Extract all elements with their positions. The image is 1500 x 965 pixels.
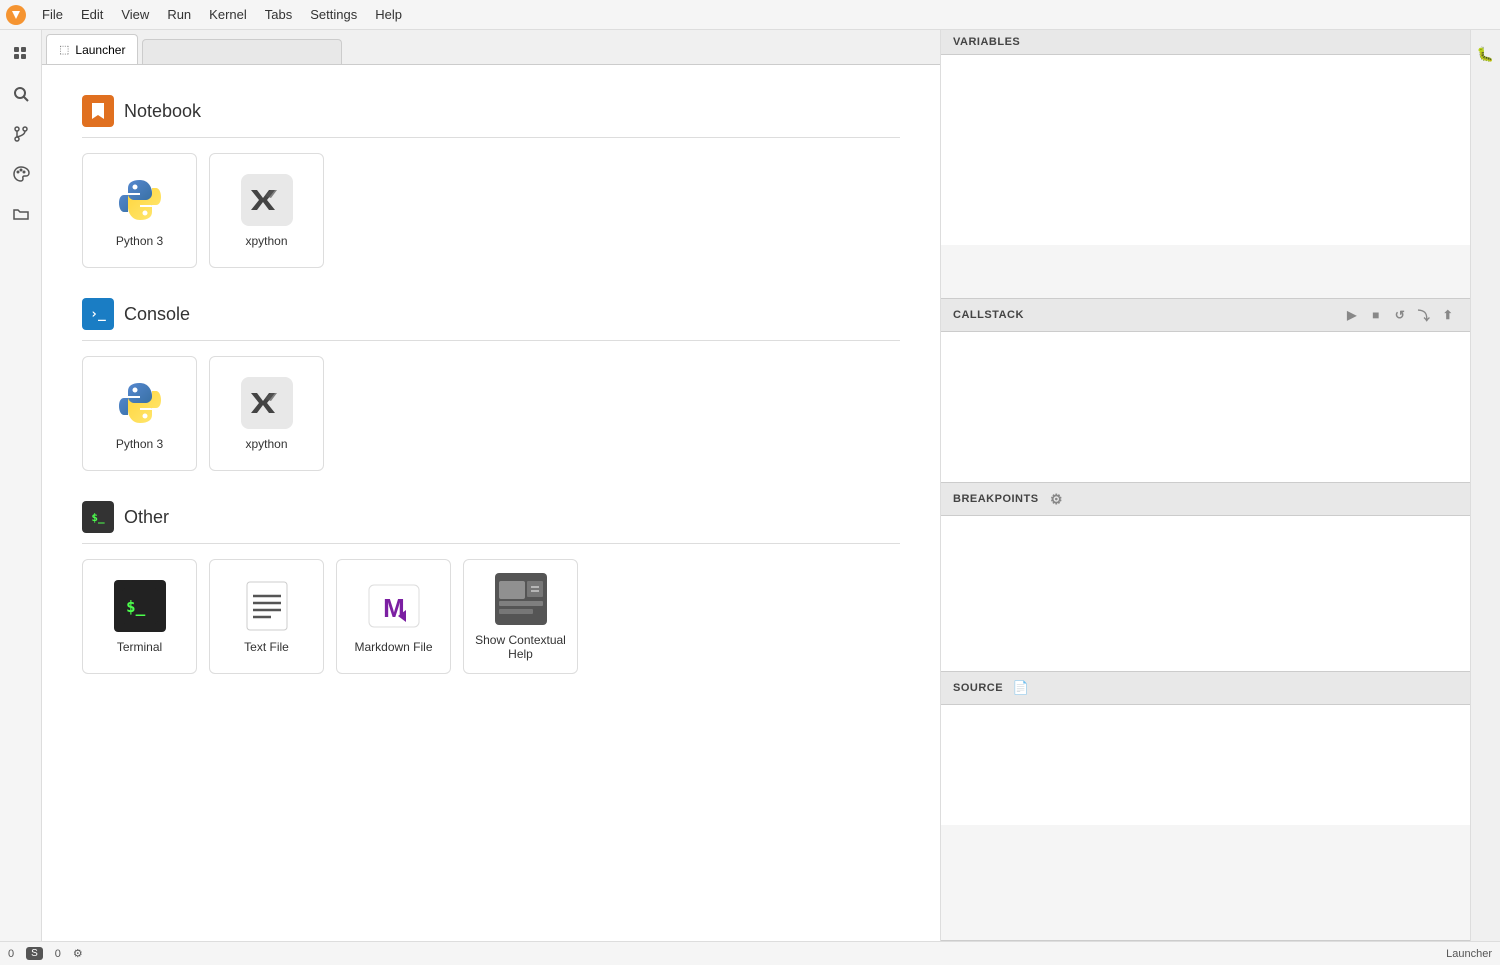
breakpoints-settings-btn[interactable]: ⚙ [1047,489,1067,509]
console-section-icon: ›_ [82,298,114,330]
status-error-count: 0 [8,948,14,960]
notebook-cards: Python 3 xpython [82,153,900,268]
terminal-icon: $_ [114,580,166,632]
left-sidebar [0,30,42,941]
textfile-card[interactable]: Text File [209,559,324,674]
variables-title: VARIABLES [953,36,1020,48]
source-content [941,705,1470,825]
app-logo [4,3,28,27]
console-xpython-card[interactable]: xpython [209,356,324,471]
tab-launcher-icon: ⬚ [59,43,69,56]
variables-content [941,55,1470,245]
status-bar: 0 S 0 ⚙ Launcher [0,941,1500,965]
right-panel: VARIABLES CALLSTACK ▶ ■ ↺ ⤵ ⬆ [940,30,1470,941]
contextual-help-icon [495,573,547,625]
source-settings-btn[interactable]: 📄 [1011,678,1031,698]
console-python3-card[interactable]: Python 3 [82,356,197,471]
other-section-icon: $_ [82,501,114,533]
status-warning-count: 0 [55,948,61,960]
markdown-card[interactable]: M Markdown File [336,559,451,674]
callstack-step-over-btn[interactable]: ⤵ [1414,305,1434,325]
callstack-content [941,332,1470,482]
notebook-xpython-card[interactable]: xpython [209,153,324,268]
tab-inactive[interactable] [142,39,342,64]
console-section-title: Console [124,304,190,325]
sidebar-icon-folder[interactable] [5,198,37,230]
callstack-stop-btn[interactable]: ■ [1366,305,1386,325]
notebook-section-icon [82,95,114,127]
source-title: SOURCE [953,682,1003,694]
tab-launcher-label: Launcher [75,43,125,57]
callstack-restart-btn[interactable]: ↺ [1390,305,1410,325]
console-python3-label: Python 3 [116,437,163,451]
section-console: ›_ Console Python 3 [82,298,900,471]
sidebar-icon-search[interactable] [5,78,37,110]
section-other-header: $_ Other [82,501,900,544]
tabs-bar: ⬚ Launcher [42,30,940,65]
variables-section: VARIABLES [941,30,1470,299]
menubar: File Edit View Run Kernel Tabs Settings … [0,0,1500,30]
contextual-help-card[interactable]: Show Contextual Help [463,559,578,674]
console-cards: Python 3 xpython [82,356,900,471]
menu-settings[interactable]: Settings [302,5,365,24]
menu-tabs[interactable]: Tabs [257,5,300,24]
notebook-xpython-label: xpython [245,234,287,248]
source-header: SOURCE 📄 [941,672,1470,705]
sidebar-icon-palette[interactable] [5,158,37,190]
right-sidebar: 🐛 [1470,30,1500,941]
launcher-panel: Notebook [42,65,940,941]
callstack-toolbar: ▶ ■ ↺ ⤵ ⬆ [1342,305,1458,325]
section-notebook-header: Notebook [82,95,900,138]
breakpoints-content [941,516,1470,671]
sidebar-icon-git[interactable] [5,118,37,150]
menu-run[interactable]: Run [159,5,199,24]
section-other: $_ Other $_ Terminal [82,501,900,674]
status-right: Launcher [1446,948,1492,960]
notebook-section-title: Notebook [124,101,201,122]
menu-file[interactable]: File [34,5,71,24]
contextual-help-label: Show Contextual Help [472,633,569,661]
menu-view[interactable]: View [113,5,157,24]
notebook-python3-label: Python 3 [116,234,163,248]
notebook-python3-card[interactable]: Python 3 [82,153,197,268]
terminal-card[interactable]: $_ Terminal [82,559,197,674]
menu-help[interactable]: Help [367,5,410,24]
sidebar-icon-files[interactable] [5,38,37,70]
svg-text:$_: $_ [126,597,146,616]
callstack-step-up-btn[interactable]: ⬆ [1438,305,1458,325]
callstack-play-btn[interactable]: ▶ [1342,305,1362,325]
section-notebook: Notebook [82,95,900,268]
status-gear-icon[interactable]: ⚙ [73,947,83,960]
tab-launcher[interactable]: ⬚ Launcher [46,34,138,64]
breakpoints-title: BREAKPOINTS [953,493,1039,505]
markdown-label: Markdown File [354,640,432,654]
textfile-label: Text File [244,640,289,654]
status-launcher-label: Launcher [1446,948,1492,960]
callstack-title: CALLSTACK [953,309,1024,321]
other-section-title: Other [124,507,169,528]
textfile-icon [241,580,293,632]
source-section: SOURCE 📄 [941,672,1470,941]
section-console-header: ›_ Console [82,298,900,341]
status-kernel-indicator[interactable]: S [26,947,43,960]
other-cards: $_ Terminal [82,559,900,674]
console-xpython-label: xpython [245,437,287,451]
status-left: 0 S 0 ⚙ [8,947,83,960]
markdown-icon: M [368,580,420,632]
variables-header: VARIABLES [941,30,1470,55]
menu-edit[interactable]: Edit [73,5,111,24]
right-sidebar-debug-icon[interactable]: 🐛 [1470,38,1500,70]
callstack-section: CALLSTACK ▶ ■ ↺ ⤵ ⬆ [941,299,1470,483]
menu-kernel[interactable]: Kernel [201,5,255,24]
breakpoints-header: BREAKPOINTS ⚙ [941,483,1470,516]
terminal-label: Terminal [117,640,162,654]
callstack-header: CALLSTACK ▶ ■ ↺ ⤵ ⬆ [941,299,1470,332]
breakpoints-section: BREAKPOINTS ⚙ [941,483,1470,672]
